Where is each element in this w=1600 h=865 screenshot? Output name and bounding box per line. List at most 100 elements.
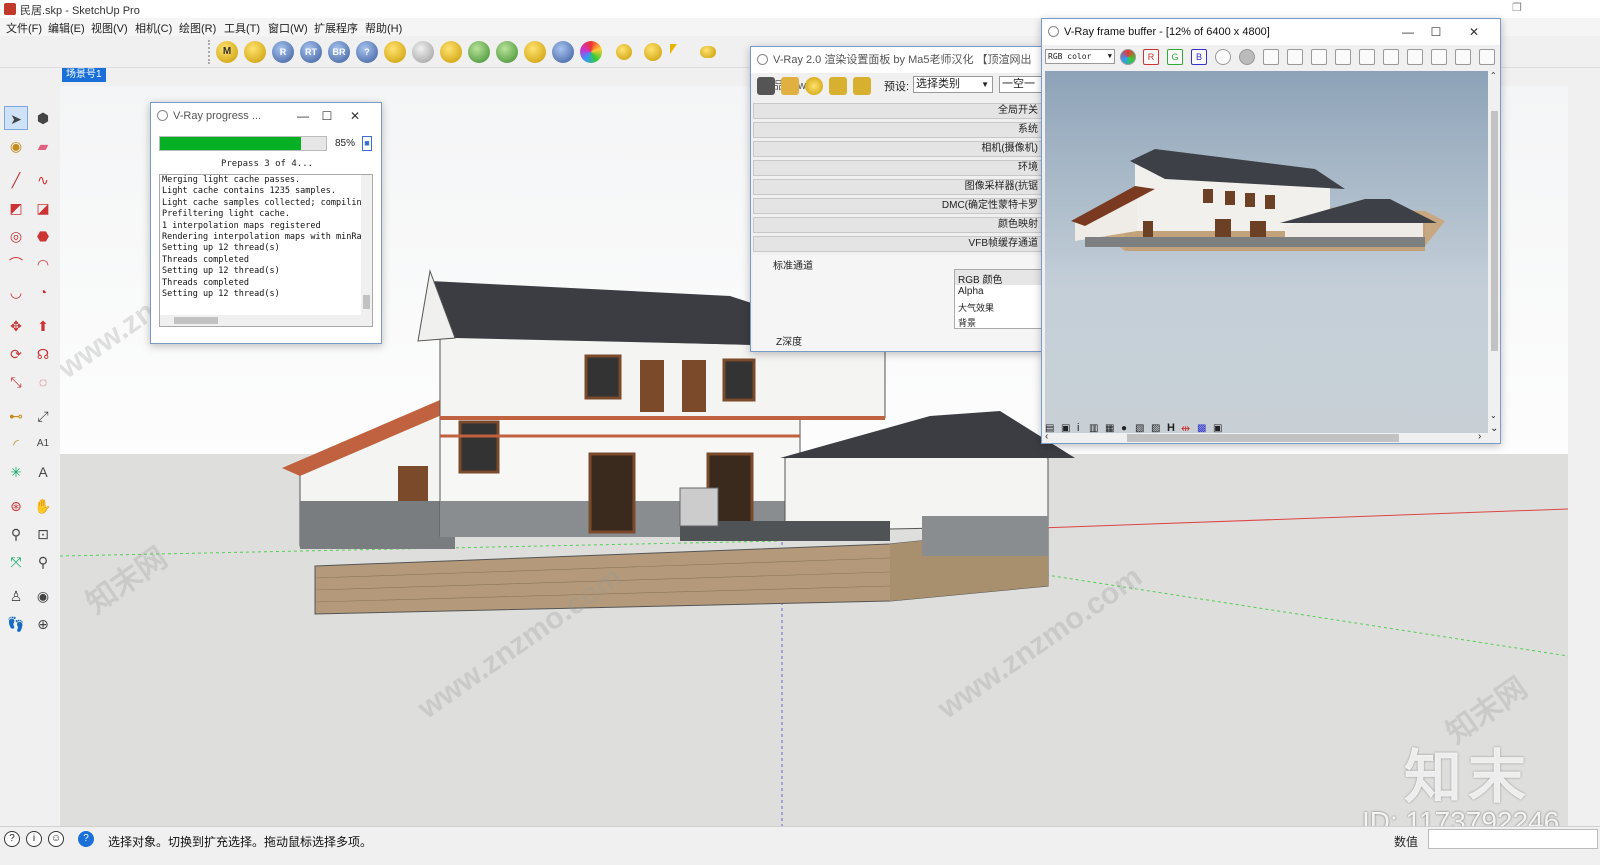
proxy-button[interactable] (496, 41, 518, 63)
value-input[interactable] (1428, 829, 1598, 849)
freehand-icon[interactable]: ∿ (31, 168, 55, 192)
stop-render-icon[interactable] (1455, 49, 1471, 65)
section-plane-icon[interactable]: ⊕ (31, 612, 55, 636)
user-icon[interactable]: ☺ (48, 831, 64, 847)
curves-icon[interactable]: ▧ (1135, 423, 1144, 434)
lens-effects-icon[interactable] (1431, 49, 1447, 65)
rollout-system[interactable]: 系统 (753, 122, 1042, 138)
polygon-icon[interactable]: ⬣ (31, 224, 55, 248)
log-hscroll[interactable] (160, 315, 361, 326)
rect-light-button[interactable] (440, 41, 462, 63)
line-tool-icon[interactable]: ╱ (4, 168, 28, 192)
scroll-thumb[interactable] (1491, 111, 1498, 351)
sun-light-button[interactable] (616, 44, 632, 60)
load-image-icon[interactable] (1287, 49, 1303, 65)
close-icon[interactable]: ✕ (1464, 23, 1484, 41)
render-region-icon[interactable] (1359, 49, 1375, 65)
list-item[interactable]: 大气效果 (958, 301, 994, 314)
import-icon[interactable] (829, 77, 847, 95)
look-around-icon[interactable]: ◉ (31, 584, 55, 608)
three-point-arc-icon[interactable]: ◡ (4, 280, 28, 304)
push-pull-icon[interactable]: ⬆ (31, 314, 55, 338)
lut-icon[interactable]: ▨ (1151, 423, 1160, 434)
log-vscroll[interactable] (361, 175, 372, 326)
rendered-image[interactable] (1045, 71, 1488, 433)
vray-batch-render-button[interactable]: BR (328, 41, 350, 63)
alpha-channel-icon[interactable] (1215, 49, 1231, 65)
two-point-arc-icon[interactable]: ◠ (31, 252, 55, 276)
rollout-dmc-sampler[interactable]: DMC(确定性蒙特卡罗 (753, 198, 1042, 214)
exposure-icon[interactable]: ● (1121, 423, 1127, 434)
compare-icon[interactable]: ⇹ (1181, 422, 1190, 435)
menu-file[interactable]: 文件(F) (6, 20, 42, 36)
scroll-up-icon[interactable]: ⌃ (1490, 71, 1497, 80)
rotated-rectangle-icon[interactable]: ◪ (31, 196, 55, 220)
minimize-icon[interactable]: — (293, 107, 313, 125)
spot-light-button[interactable] (644, 43, 662, 61)
save-image-icon[interactable] (1263, 49, 1279, 65)
fb-vscroll[interactable]: ⌃ ⌄ (1489, 71, 1500, 433)
vray-options-button[interactable] (244, 41, 266, 63)
paint-bucket-icon[interactable]: ◉ (4, 134, 28, 158)
menu-extensions[interactable]: 扩展程序 (314, 20, 358, 36)
menu-help[interactable]: 帮助(H) (365, 20, 402, 36)
vray-render-button[interactable]: R (272, 41, 294, 63)
zoom-extents-icon[interactable]: ⤧ (4, 550, 28, 574)
preset-select[interactable]: 选择类别 ▼ (913, 76, 993, 93)
scroll-thumb[interactable] (174, 317, 218, 324)
scale-tool-icon[interactable]: ⤡ (4, 370, 28, 394)
text-tool-icon[interactable]: A1 (31, 432, 55, 456)
previous-view-icon[interactable]: ⚲ (31, 550, 55, 574)
histogram-icon[interactable]: ▥ (1089, 423, 1098, 434)
info-icon[interactable]: ▣ (1061, 423, 1070, 434)
dome-light-button[interactable] (700, 46, 716, 58)
rollout-global-switches[interactable]: 全局开关 (753, 103, 1042, 119)
expand-icon[interactable]: ⌄ (1490, 423, 1498, 434)
zoom-window-icon[interactable]: ⊡ (31, 522, 55, 546)
omni-light-button[interactable] (412, 41, 434, 63)
open-icon[interactable] (781, 77, 799, 95)
dialog-titlebar[interactable]: V-Ray 2.0 渲染设置面板 by Ma5老师汉化 【顶渲网出品】 w (751, 47, 1042, 92)
instructor-icon[interactable]: ? (78, 831, 94, 847)
sphere-light-button[interactable] (524, 41, 546, 63)
clear-image-icon[interactable] (1311, 49, 1327, 65)
list-item[interactable]: Alpha (958, 286, 984, 297)
protractor-icon[interactable]: ◜ (4, 432, 28, 456)
make-component-icon[interactable]: ⬢ (31, 106, 55, 130)
blue-channel-button[interactable]: B (1191, 49, 1207, 65)
infinite-plane-button[interactable] (468, 41, 490, 63)
select-tool-icon[interactable]: ➤ (4, 106, 28, 130)
credits-icon[interactable]: i (26, 831, 42, 847)
menu-edit[interactable]: 编辑(E) (48, 20, 85, 36)
rollout-image-sampler[interactable]: 图像采样器(抗锯 (753, 179, 1042, 195)
menu-view[interactable]: 视图(V) (91, 20, 128, 36)
link-icon[interactable] (1383, 49, 1399, 65)
show-history-icon[interactable] (1407, 49, 1423, 65)
close-icon[interactable]: ✕ (345, 107, 365, 125)
hsv-icon[interactable]: H (1167, 422, 1175, 434)
levels-icon[interactable]: ▦ (1105, 423, 1114, 434)
preset-select-2[interactable]: 一空一 (999, 76, 1042, 93)
color-corrections-icon[interactable] (1120, 49, 1136, 65)
list-item[interactable]: RGB 颜色 (958, 271, 1002, 286)
move-tool-icon[interactable]: ✥ (4, 314, 28, 338)
vray-help-button[interactable]: ? (356, 41, 378, 63)
rollout-camera[interactable]: 相机(摄像机) (753, 141, 1042, 157)
rollout-vfb-channels[interactable]: VFB帧缓存通道 (753, 236, 1042, 252)
flag-icon[interactable] (670, 44, 677, 54)
progress-log[interactable]: Merging light cache passes. Light cache c… (159, 174, 373, 327)
3d-text-icon[interactable]: A (31, 460, 55, 484)
stop-render-button[interactable]: ■ (362, 136, 372, 151)
channels-list[interactable]: RGB 颜色 Alpha 大气效果 背景 (954, 269, 1042, 329)
geolocation-icon[interactable]: ? (4, 831, 20, 847)
menu-window[interactable]: 窗口(W) (268, 20, 308, 36)
offset-tool-icon[interactable]: ◌ (31, 370, 55, 394)
render-icon[interactable] (1479, 49, 1495, 65)
ab-icon[interactable]: ▩ (1197, 423, 1206, 434)
red-channel-button[interactable]: R (1143, 49, 1159, 65)
save-icon[interactable] (757, 77, 775, 95)
export-icon[interactable] (853, 77, 871, 95)
ies-light-button[interactable] (552, 41, 574, 63)
toolbar-grip[interactable] (208, 40, 210, 64)
reset-icon[interactable] (805, 77, 823, 95)
